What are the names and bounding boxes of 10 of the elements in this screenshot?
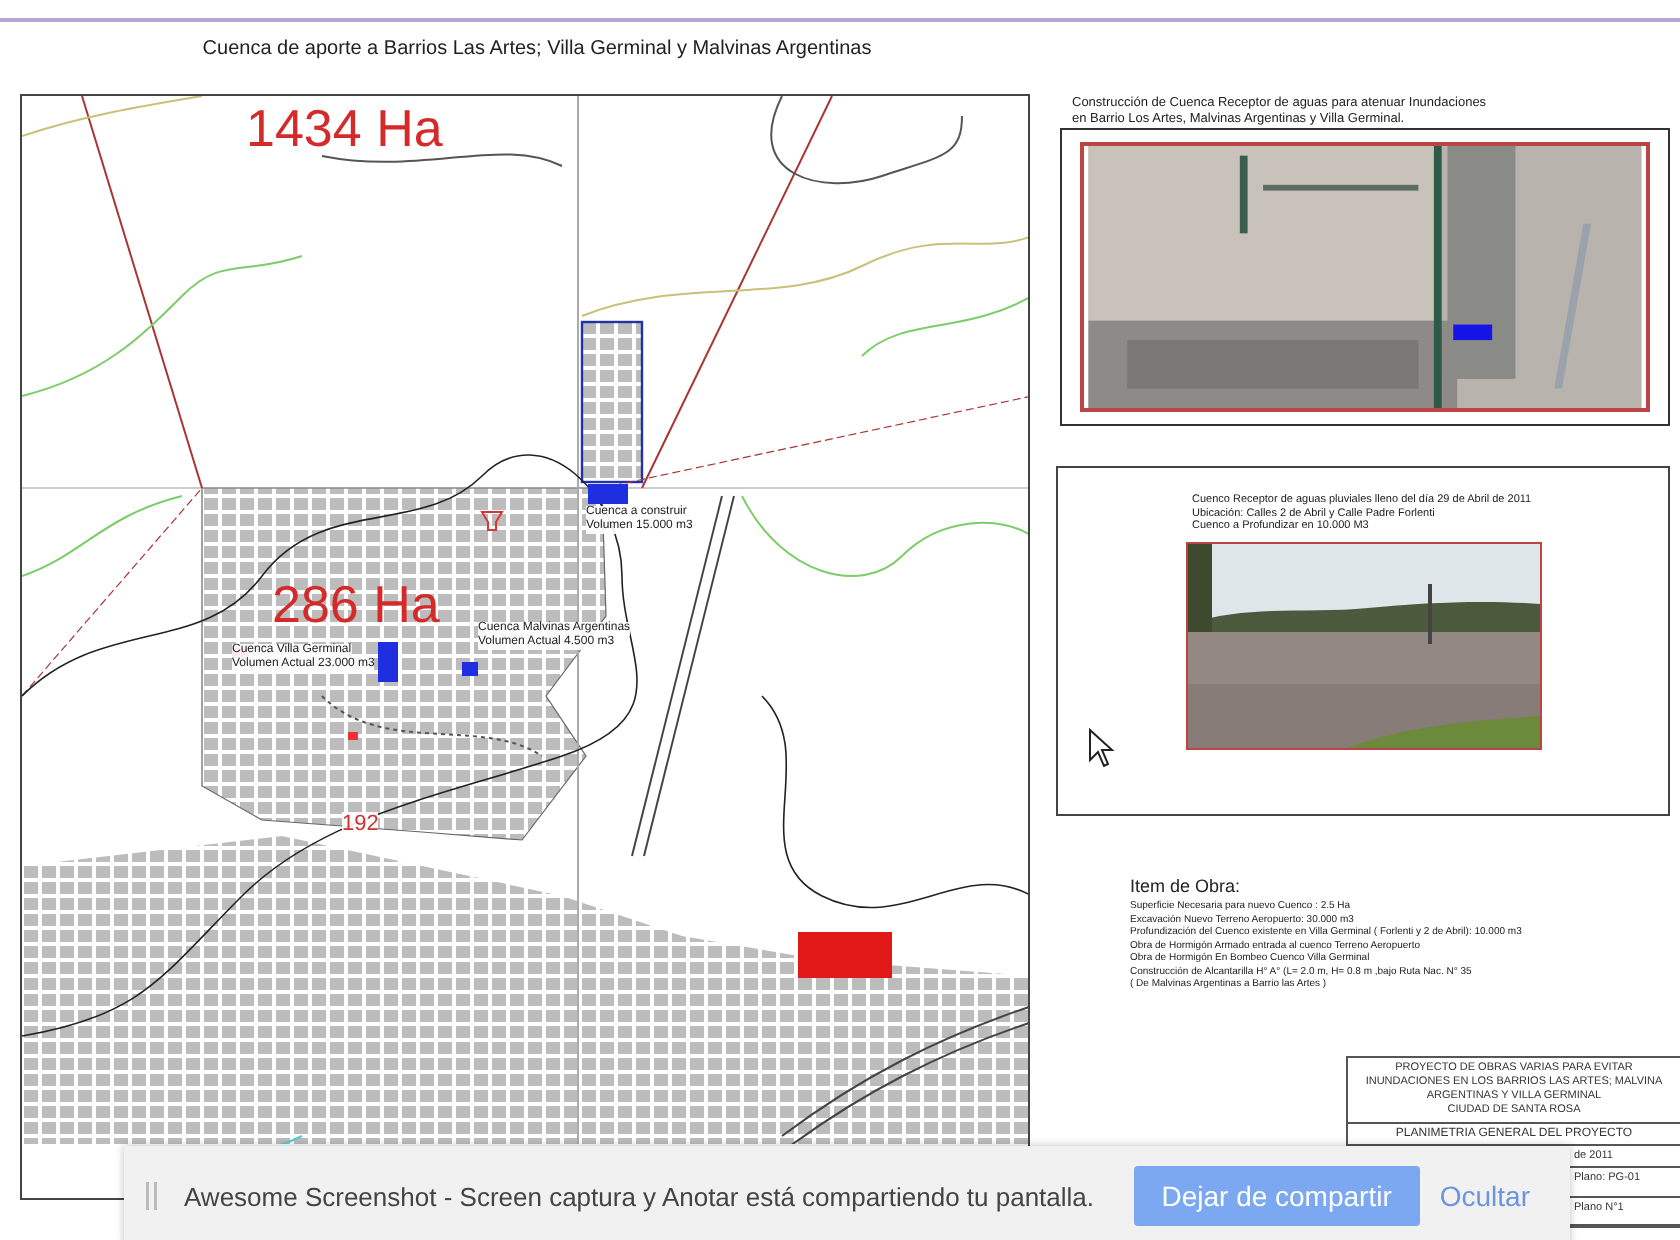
works-heading: Item de Obra: <box>1130 876 1243 896</box>
share-message: Awesome Screenshot - Screen captura y Anotar está compartiendo tu pantalla. <box>184 1181 1097 1211</box>
map-title: Cuenca de aporte a Barrios Las Artes; Villa Germinal y Malvinas Argentinas <box>200 36 874 64</box>
area-label: 286 Ha <box>272 576 440 634</box>
area-label: 1434 Ha <box>246 100 443 158</box>
hide-button[interactable]: Ocultar <box>1419 1166 1550 1226</box>
mouse-pointer-icon <box>1088 728 1116 768</box>
road-number: 192 <box>342 812 379 837</box>
drag-handle-icon[interactable] <box>144 1182 160 1210</box>
stop-sharing-button[interactable]: Dejar de compartir <box>1133 1166 1420 1226</box>
